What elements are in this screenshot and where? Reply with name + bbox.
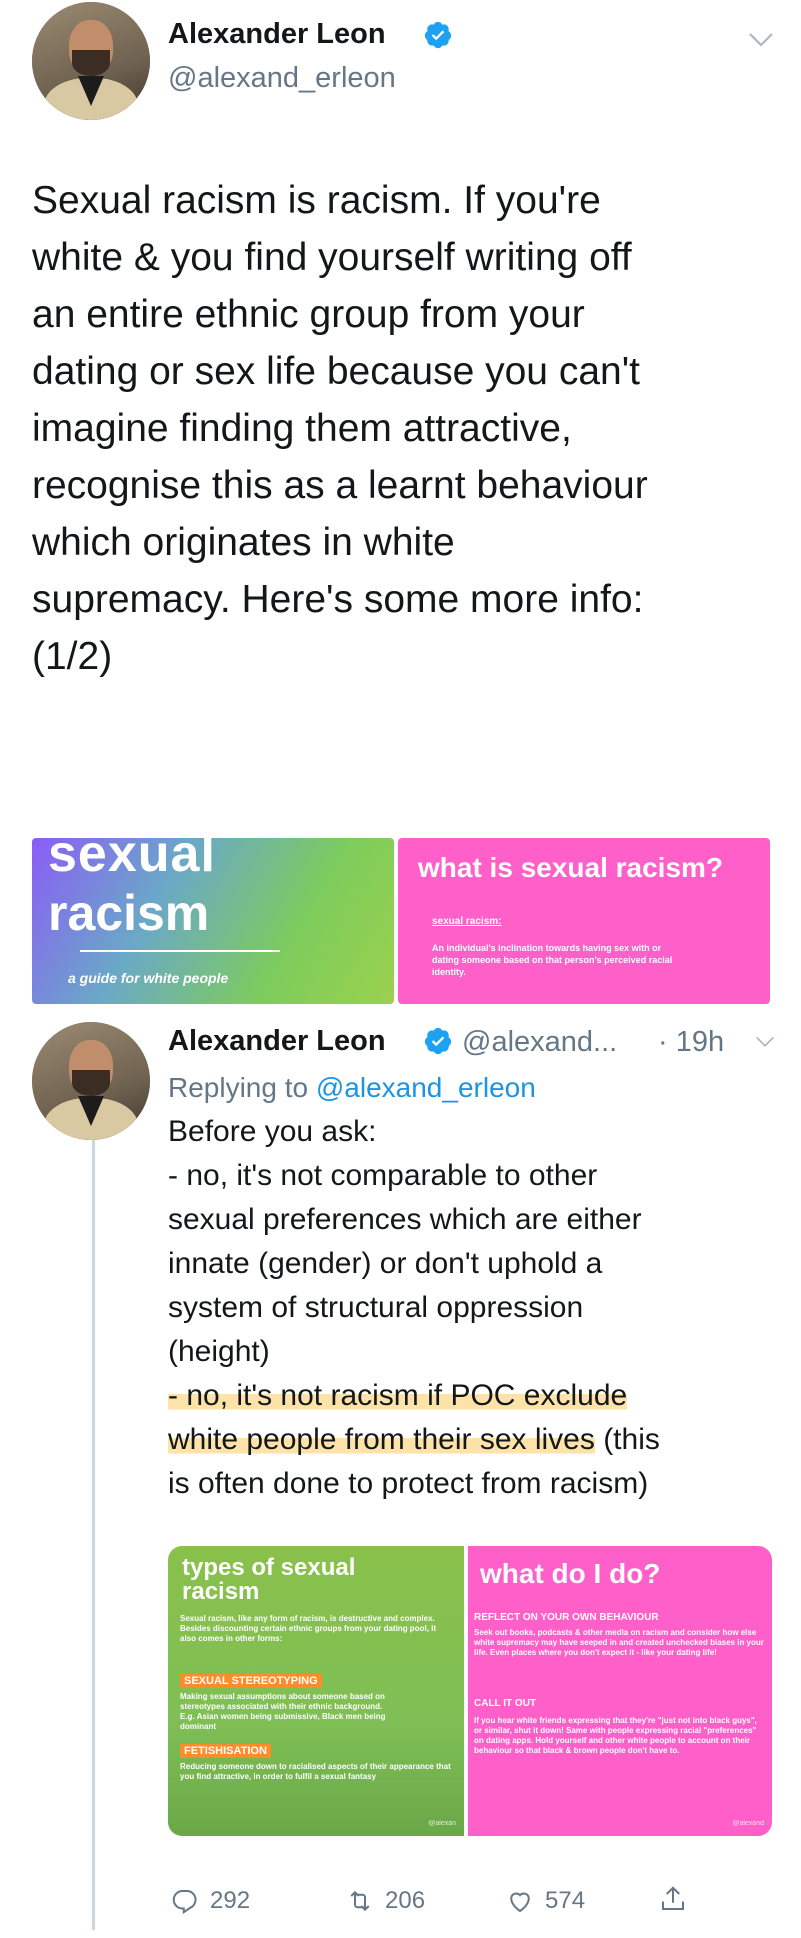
like-button[interactable]: 574 (505, 1886, 585, 1916)
image-watermark: @alexan (428, 1820, 456, 1827)
reply-image-2[interactable]: what do I do? REFLECT ON YOUR OWN BEHAVI… (468, 1546, 772, 1836)
section-title: REFLECT ON YOUR OWN BEHAVIOUR (474, 1612, 659, 1623)
section-title: CALL IT OUT (474, 1698, 537, 1709)
image-title-line2: racism (48, 885, 210, 941)
avatar[interactable] (32, 1022, 150, 1140)
reply-count: 292 (210, 1887, 251, 1914)
tweet-image-1[interactable]: sexual racism a guide for white people (32, 838, 394, 1004)
verified-badge-icon (424, 21, 452, 49)
reply-author-handle[interactable]: @alexand... (462, 1026, 617, 1059)
thread-line (92, 1080, 95, 1930)
replying-to-prefix: Replying to (168, 1072, 309, 1103)
chevron-down-icon[interactable] (748, 32, 774, 48)
image-title: what do I do? (480, 1558, 661, 1589)
retweet-button[interactable]: 206 (345, 1886, 425, 1916)
reply-timestamp[interactable]: · 19h (658, 1026, 724, 1059)
reply-text: Before you ask: - no, it's not comparabl… (168, 1110, 778, 1506)
retweet-count: 206 (385, 1887, 426, 1914)
chevron-down-icon[interactable] (755, 1036, 775, 1048)
divider (80, 950, 280, 952)
like-count: 574 (545, 1887, 586, 1914)
share-button[interactable] (658, 1884, 688, 1914)
reply-text-highlight: - no, it's not racism if POC exclude whi… (168, 1379, 628, 1456)
section-text: Reducing someone down to racialised aspe… (180, 1762, 451, 1781)
image-intro: Sexual racism, like any form of racism, … (180, 1614, 437, 1643)
reply-image-1[interactable]: types of sexual racism Sexual racism, li… (168, 1546, 464, 1836)
verified-badge-icon (424, 1027, 452, 1055)
image-subtitle: a guide for white people (68, 970, 229, 986)
author-handle[interactable]: @alexand_erleon (168, 62, 396, 95)
image-label: sexual racism: (432, 916, 502, 927)
reply-author-name[interactable]: Alexander Leon (168, 1025, 386, 1058)
reply-text-part1: Before you ask: - no, it's not comparabl… (168, 1115, 642, 1368)
image-title-line1: sexual (48, 838, 216, 883)
image-watermark: @alexand (732, 1820, 764, 1827)
section-title: FETISHISATION (180, 1744, 271, 1758)
share-icon (662, 1886, 684, 1910)
image-title: types of sexual racism (182, 1554, 356, 1605)
reply-button[interactable]: 292 (170, 1886, 250, 1916)
author-name[interactable]: Alexander Leon (168, 18, 386, 51)
reply-icon (172, 1890, 197, 1915)
image-body: An individual's inclination towards havi… (432, 943, 673, 977)
retweet-icon (350, 1890, 370, 1912)
like-icon (510, 1892, 530, 1913)
avatar[interactable] (32, 2, 150, 120)
section-text: Making sexual assumptions about someone … (180, 1692, 386, 1731)
image-title: what is sexual racism? (418, 852, 724, 883)
section-title: SEXUAL STEREOTYPING (180, 1674, 322, 1688)
tweet-text: Sexual racism is racism. If you're white… (32, 179, 648, 678)
section-text: If you hear white friends expressing tha… (474, 1716, 757, 1755)
section-text: Seek out books, podcasts & other media o… (474, 1628, 764, 1657)
replying-to: Replying to @alexand_erleon (168, 1072, 536, 1104)
tweet-image-2[interactable]: what is sexual racism? sexual racism: An… (398, 838, 770, 1004)
replying-to-handle[interactable]: @alexand_erleon (316, 1072, 536, 1103)
